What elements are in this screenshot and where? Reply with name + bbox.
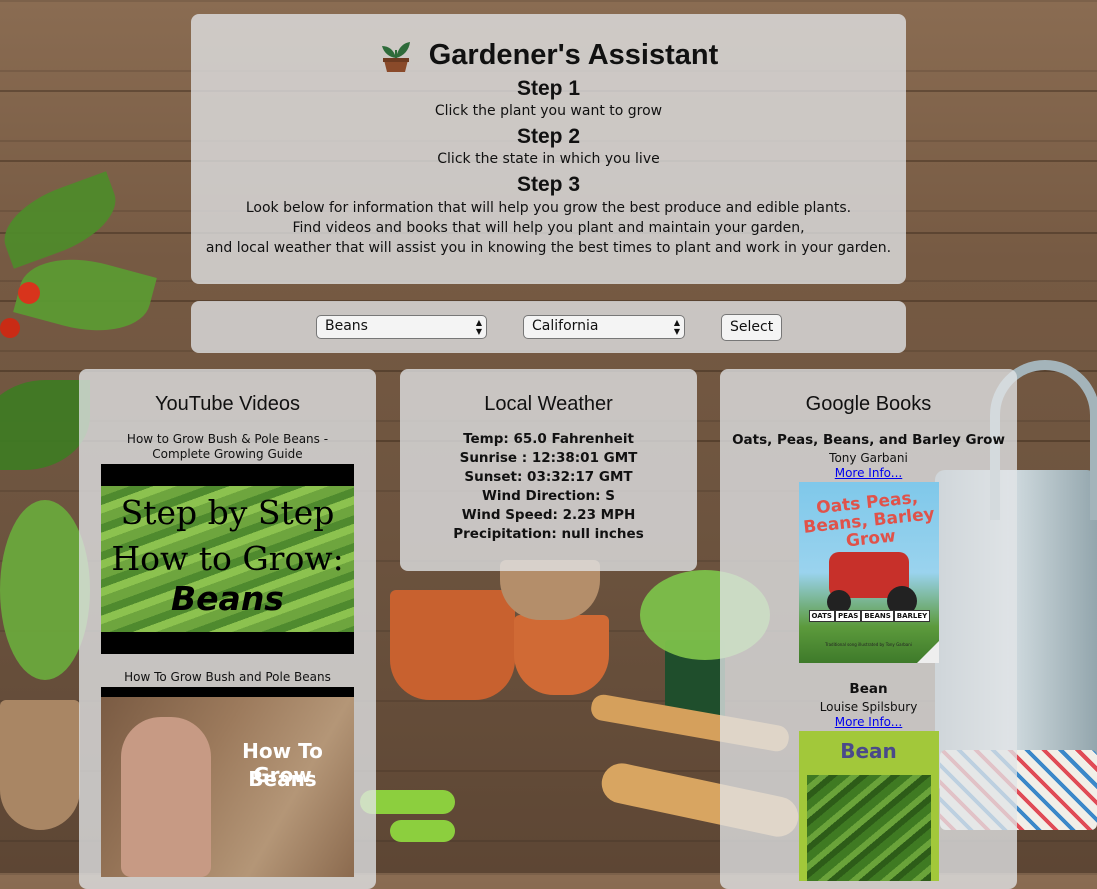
book-cover-sign: BARLEY <box>893 610 931 622</box>
selection-bar: Beans ▲ ▼ California ▲ ▼ Select <box>191 301 906 353</box>
videos-heading: YouTube Videos <box>155 393 300 415</box>
book-cover-title: Bean <box>840 739 897 763</box>
step-3-line: Look below for information that will hel… <box>245 200 852 216</box>
book-cover[interactable]: Oats Peas, Beans, Barley Grow OATS PEAS … <box>798 482 939 663</box>
select-button[interactable]: Select <box>721 314 783 341</box>
weather-sunset: Sunset: 03:32:17 GMT <box>464 469 633 485</box>
book-more-info-link[interactable]: More Info... <box>720 715 1017 729</box>
book-cover-sign: BEANS <box>861 610 894 622</box>
local-weather-panel: Local Weather Temp: 65.0 Fahrenheit Sunr… <box>400 369 697 571</box>
weather-precipitation: Precipitation: null inches <box>453 526 644 542</box>
book-author: Louise Spilsbury <box>819 700 918 714</box>
video-title: How To Grow Bush and Pole Beans <box>124 670 331 684</box>
thumb-text: Beans <box>171 579 284 618</box>
thumb-text: How to Grow: <box>111 539 344 578</box>
select-arrows-icon: ▲ ▼ <box>475 318 482 336</box>
step-2-heading: Step 2 <box>516 125 581 148</box>
book-cover-signs: OATS PEAS BEANS BARLEY <box>808 610 931 622</box>
books-heading: Google Books <box>805 393 932 415</box>
state-select-value: California <box>532 318 599 334</box>
plant-select-value: Beans <box>325 318 368 334</box>
book-cover-sign: PEAS <box>834 610 862 622</box>
book-cover-subtitle: Traditional song illustrated by Tony Gar… <box>825 642 912 647</box>
book-title: Bean <box>849 681 888 697</box>
book-more-info-link[interactable]: More Info... <box>720 466 1017 480</box>
google-books-panel: Google Books Oats, Peas, Beans, and Barl… <box>720 369 1017 889</box>
thumb-text: Beans <box>248 767 317 791</box>
book-author: Tony Garbani <box>829 451 908 465</box>
book-cover-title: Oats Peas, Beans, Barley Grow <box>801 487 936 552</box>
step-3-heading: Step 3 <box>516 173 581 196</box>
select-arrows-icon: ▲ ▼ <box>673 318 680 336</box>
weather-wind-speed: Wind Speed: 2.23 MPH <box>461 507 636 523</box>
book-cover-sign: OATS <box>808 610 835 622</box>
weather-sunrise: Sunrise : 12:38:01 GMT <box>459 450 638 466</box>
book-title: Oats, Peas, Beans, and Barley Grow <box>732 432 1005 448</box>
youtube-videos-panel: YouTube Videos How to Grow Bush & Pole B… <box>79 369 376 889</box>
plant-select[interactable]: Beans ▲ ▼ <box>316 315 487 339</box>
video-thumbnail[interactable]: Step by Step How to Grow: Beans <box>101 464 354 654</box>
step-1-heading: Step 1 <box>516 77 581 100</box>
step-2-text: Click the state in which you live <box>437 151 660 167</box>
weather-heading: Local Weather <box>484 393 613 415</box>
instructions-panel: Gardener's Assistant Step 1 Click the pl… <box>191 14 906 284</box>
video-thumbnail[interactable]: How To Grow Beans <box>101 687 354 877</box>
video-title: How to Grow Bush & Pole Beans - Complete… <box>126 432 329 461</box>
step-3-line: Find videos and books that will help you… <box>292 220 805 236</box>
thumb-text: Step by Step <box>120 493 335 532</box>
page-title: Gardener's Assistant <box>428 38 719 71</box>
book-cover[interactable]: Bean <box>798 731 939 881</box>
weather-wind-direction: Wind Direction: S <box>482 488 615 504</box>
weather-temp: Temp: 65.0 Fahrenheit <box>463 431 634 447</box>
step-1-text: Click the plant you want to grow <box>434 103 663 119</box>
state-select[interactable]: California ▲ ▼ <box>523 315 685 339</box>
step-3-line: and local weather that will assist you i… <box>205 240 892 256</box>
sprout-icon <box>381 42 410 72</box>
